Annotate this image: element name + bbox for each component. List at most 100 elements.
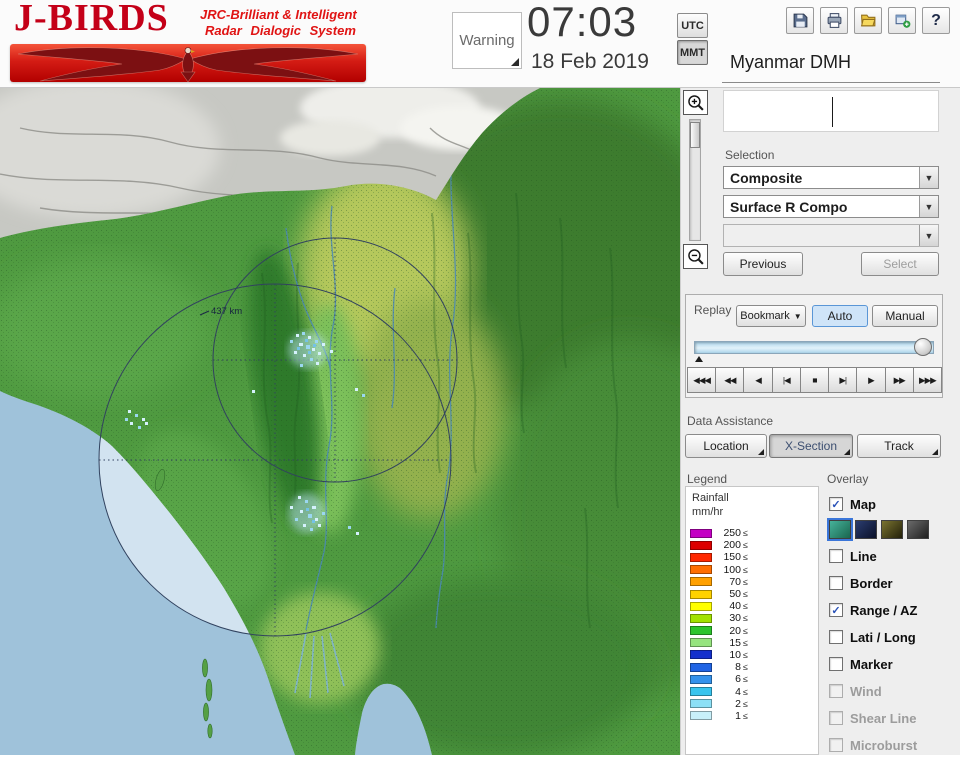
step-back-button[interactable]: ◀ [743,367,773,393]
chevron-down-icon[interactable]: ▼ [919,167,938,188]
map-style-swatch-4[interactable] [907,520,929,539]
product-combo[interactable]: Composite ▼ [723,166,939,189]
print-button[interactable] [820,7,848,34]
utc-button[interactable]: UTC [677,13,708,38]
overlay-item-map[interactable]: ✓ Map [829,496,955,512]
data-assistance-label: Data Assistance [687,414,774,428]
chevron-down-icon[interactable]: ▼ [919,196,938,217]
location-button[interactable]: Location [685,434,767,458]
overlay-panel: ✓ Map Line Border ✓ Range / AZ Lati / Long Mark… [823,486,959,755]
station-name: Myanmar DMH [730,52,852,72]
legend-color-chip [690,577,712,587]
legend-value: 150 [723,551,741,564]
chevron-down-icon[interactable]: ▼ [919,225,938,246]
lte-glyph: ≤ [743,601,748,612]
legend-entry: 4 ≤ [690,685,748,698]
zoom-in-button[interactable] [683,90,708,115]
extra-combo[interactable]: ▼ [723,224,939,247]
frame-forward-button[interactable]: ▶| [828,367,858,393]
map-region[interactable]: 437 km [0,88,680,755]
overlay-item-wind[interactable]: Wind [829,683,955,699]
legend-color-chip [690,528,712,538]
map-style-swatch-2[interactable] [855,520,877,539]
legend-color-chip [690,626,712,636]
map-style-swatch-1[interactable] [829,520,851,539]
step-forward-button[interactable]: ▶ [856,367,886,393]
export-button[interactable] [888,7,916,34]
track-button[interactable]: Track [857,434,941,458]
export-icon [895,14,910,28]
manual-button[interactable]: Manual [872,305,938,327]
xsection-button[interactable]: X-Section [769,434,853,458]
overlay-item-border[interactable]: Border [829,575,955,591]
help-icon: ? [931,11,941,29]
map-style-swatch-3[interactable] [881,520,903,539]
overlay-item-line[interactable]: Line [829,548,955,564]
overlay-item-label: Border [850,575,893,591]
legend-color-chip [690,650,712,660]
overlay-item-marker[interactable]: Marker [829,656,955,672]
zoom-slider-thumb[interactable] [690,122,700,148]
save-button[interactable] [786,7,814,34]
checkbox-unchecked[interactable] [829,711,843,725]
save-icon [793,13,807,28]
stop-button[interactable]: ■ [799,367,830,393]
zoom-out-button[interactable] [683,244,708,269]
legend-unit-2: mm/hr [692,506,724,518]
rewind-button[interactable]: ◀◀ [715,367,745,393]
type-combo[interactable]: Surface R Compo ▼ [723,195,939,218]
app-logo-subtitle2: Radar Dialogic System [205,23,356,38]
rewind-full-button[interactable]: ◀◀◀ [687,367,717,393]
lte-glyph: ≤ [743,637,748,648]
checkbox-unchecked[interactable] [829,576,843,590]
checkbox-checked[interactable]: ✓ [829,603,843,617]
auto-button[interactable]: Auto [812,305,868,327]
forward-full-button[interactable]: ▶▶▶ [912,367,942,393]
lte-glyph: ≤ [743,710,748,721]
overlay-item-label: Wind [850,683,882,699]
station-input[interactable] [723,90,939,132]
legend-entry: 100 ≤ [690,564,748,576]
overlay-item-shear-line[interactable]: Shear Line [829,710,955,726]
select-button[interactable]: Select [861,252,939,276]
overlay-item-label: Shear Line [850,710,917,726]
checkbox-unchecked[interactable] [829,630,843,644]
checkbox-checked[interactable]: ✓ [829,497,843,511]
checkbox-unchecked[interactable] [829,684,843,698]
overlay-item-label: Range / AZ [850,602,918,618]
open-file-button[interactable] [854,7,882,34]
legend-entry: 6 ≤ [690,673,748,685]
mmt-button[interactable]: MMT [677,40,708,65]
legend-color-chip [690,589,712,599]
replay-slider-thumb[interactable] [914,338,932,356]
bookmark-button[interactable]: Bookmark ▼ [736,305,806,327]
replay-timeline-slider[interactable] [694,341,934,354]
previous-button[interactable]: Previous [723,252,803,276]
overlay-label: Overlay [827,472,869,486]
help-button[interactable]: ? [922,7,950,34]
lte-glyph: ≤ [743,662,748,673]
lte-glyph: ≤ [743,686,748,697]
lte-glyph: ≤ [743,589,748,600]
checkbox-unchecked[interactable] [829,738,843,752]
print-icon [827,13,841,28]
frame-back-button[interactable]: |◀ [771,367,801,393]
overlay-item-range-az[interactable]: ✓ Range / AZ [829,602,955,618]
zoom-out-icon [688,249,704,265]
checkbox-unchecked[interactable] [829,657,843,671]
legend-color-chip [690,613,712,623]
zoom-slider[interactable] [689,119,701,241]
warning-button[interactable]: Warning [452,12,522,69]
folder-icon [860,14,876,27]
text-cursor [832,97,833,127]
checkbox-unchecked[interactable] [829,549,843,563]
xsection-label: X-Section [784,439,838,453]
legend-color-chip [690,674,712,684]
overlay-item-label: Marker [850,656,893,672]
overlay-item-label: Line [850,548,877,564]
overlay-item-microburst[interactable]: Microburst [829,737,955,753]
legend-value: 10 [729,648,741,661]
range-ring-label: 437 km [211,306,242,317]
overlay-item-lati-long[interactable]: Lati / Long [829,629,955,645]
fast-forward-button[interactable]: ▶▶ [884,367,914,393]
